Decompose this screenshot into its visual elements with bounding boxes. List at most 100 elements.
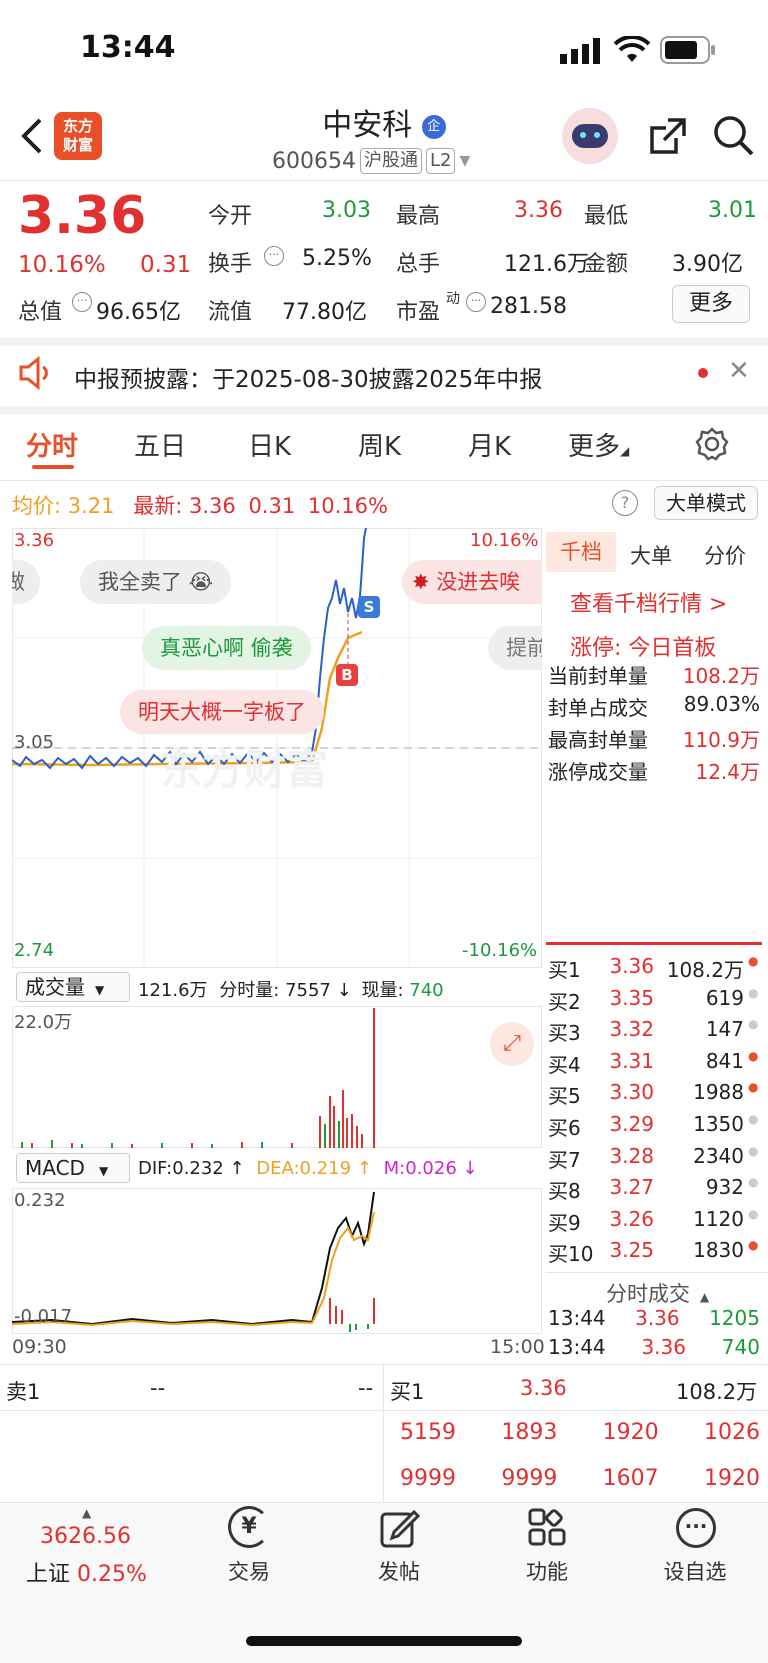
comment-bubble-3[interactable]: 真恶心啊 偷袭 [142, 626, 311, 670]
buy1-price: 3.36 [520, 1376, 567, 1400]
open-value: 3.03 [322, 198, 371, 223]
info-dots-icon[interactable]: ··· [264, 246, 284, 266]
mcap-value: 96.65亿 [96, 300, 181, 325]
post-button[interactable]: 发帖 [344, 1556, 454, 1586]
buy-marker[interactable]: B [336, 664, 358, 686]
book-row: 买10 3.25 1830 ● [548, 1238, 759, 1267]
function-button[interactable]: 功能 [492, 1556, 602, 1586]
amount-value: 3.90亿 [672, 252, 743, 277]
intraday-legend: 均价: 3.21 最新: 3.36 0.31 10.16% [12, 494, 388, 518]
order-book[interactable]: 买1 3.36 108.2万 ● 买2 3.35 619 ● 买3 3.32 147 ● 买4 3.… [548, 954, 762, 1270]
gear-icon[interactable] [694, 426, 730, 462]
sell1-vol: -- [358, 1376, 374, 1400]
y-axis-mid: 3.05 [14, 732, 55, 753]
chevron-up-icon[interactable]: ▲ [82, 1506, 91, 1520]
active-tab-underline [32, 465, 74, 469]
level2-divider [383, 1364, 384, 1502]
last-price: 3.36 [18, 186, 147, 246]
pe-sup: 动 [446, 291, 460, 307]
comment-bubble-1[interactable]: 我全卖了 😭 [80, 560, 232, 604]
pe-label: 市盈 [396, 300, 441, 325]
tick-row: 13:44 3.36 740 [548, 1335, 760, 1359]
macd-ytop: 0.232 [14, 1190, 66, 1211]
tab-intraday[interactable]: 分时 [26, 426, 78, 463]
home-indicator[interactable] [246, 1636, 522, 1646]
volume-label: 总手 [396, 252, 441, 277]
stock-code-row[interactable]: 600654 沪股通 L2 ▼ [272, 148, 470, 174]
pe-value: 281.58 [490, 294, 567, 319]
sell-marker[interactable]: S [358, 596, 380, 618]
tab-big-orders[interactable]: 大单 [630, 540, 672, 570]
hk-connect-tag: 沪股通 [359, 148, 422, 174]
low-value: 3.01 [708, 198, 757, 223]
pct-axis-bottom: -10.16% [462, 940, 538, 961]
tab-thousand-levels[interactable]: 千档 [546, 532, 616, 572]
more-dots-icon: ··· [676, 1508, 716, 1548]
tab-more[interactable]: 更多◢ [568, 426, 629, 463]
volume-indicator-select[interactable]: 成交量 ▼ [16, 972, 130, 1002]
help-icon[interactable]: ? [612, 490, 638, 516]
watermark: 东方财富 [160, 745, 329, 794]
volume-legend: 121.6万 分时量: 7557 ↓ 现量: 740 [138, 980, 444, 1001]
trade-icon: ¥ [194, 1506, 304, 1554]
unread-dot [698, 368, 708, 378]
enterprise-badge: 企 [421, 114, 446, 139]
tab-price-dist[interactable]: 分价 [704, 540, 746, 570]
float-label: 流值 [208, 300, 253, 325]
index-value[interactable]: 3626.56 [40, 1524, 131, 1549]
open-label: 今开 [208, 204, 253, 229]
pct-axis-top: 10.16% [470, 530, 539, 551]
big-order-mode-button[interactable]: 大单模式 [654, 486, 758, 520]
share-icon[interactable] [648, 116, 688, 156]
macd-indicator-select[interactable]: MACD ▼ [16, 1153, 130, 1183]
macd-lines [12, 1191, 375, 1332]
buy1-vol: 108.2万 [676, 1380, 758, 1404]
robot-avatar-icon[interactable] [562, 108, 618, 164]
ticks-title[interactable]: 分时成交 ▲ [606, 1278, 709, 1308]
trade-button[interactable]: 交易 [194, 1556, 304, 1586]
y-axis-top: 3.36 [14, 530, 55, 551]
ticks-list: 13:44 3.36 1205 13:44 3.36 740 [548, 1306, 760, 1364]
sell1-price: -- [150, 1376, 166, 1400]
turnover-value: 5.25% [302, 246, 372, 271]
info-dots-icon[interactable]: ··· [72, 292, 92, 312]
buy1-label: 买1 [390, 1380, 425, 1404]
limit-stat-row: 当前封单量 108.2万 [548, 664, 760, 688]
wifi-icon [614, 36, 650, 62]
queue-row-1: 5159 1893 1920 1026 [400, 1420, 760, 1445]
index-summary[interactable]: 上证 0.25% [26, 1556, 147, 1588]
tab-monthly-k[interactable]: 月K [468, 426, 511, 463]
book-row: 买6 3.29 1350 ● [548, 1111, 759, 1140]
high-value: 3.36 [514, 198, 563, 223]
limit-stat-row: 最高封单量 110.9万 [548, 728, 760, 752]
view-levels-link[interactable]: 查看千档行情 > [570, 586, 727, 618]
speaker-icon [19, 356, 48, 390]
comment-bubble-4[interactable]: 提前 [488, 626, 542, 670]
comment-bubble-2[interactable]: ✸ 没进去唉 [402, 560, 542, 604]
status-time: 13:44 [80, 30, 176, 65]
limit-stat-row: 封单占成交 89.03% [548, 692, 760, 720]
amount-label: 金额 [584, 252, 629, 277]
info-dots-icon[interactable]: ··· [466, 292, 486, 312]
ticks-divider [546, 1272, 768, 1273]
l2-tag: L2 [425, 148, 456, 174]
low-label: 最低 [584, 204, 629, 229]
macd-legend: DIF:0.232 ↑ DEA:0.219 ↑ M:0.026 ↓ [138, 1158, 478, 1179]
close-icon[interactable]: ✕ [728, 356, 750, 386]
add-watchlist-button[interactable]: 设自选 [640, 1556, 750, 1586]
chevron-down-icon: ▼ [459, 153, 471, 169]
search-icon[interactable] [712, 114, 756, 158]
comment-bubble-5[interactable]: 明天大概一字板了 [120, 690, 324, 734]
tab-daily-k[interactable]: 日K [248, 426, 291, 463]
volume-value: 121.6万 [504, 252, 589, 277]
more-button[interactable]: 更多 [672, 285, 750, 323]
tab-five-day[interactable]: 五日 [134, 426, 186, 463]
tab-weekly-k[interactable]: 周K [358, 426, 401, 463]
notice-text[interactable]: 中报预披露：于2025-08-30披露2025年中报 [74, 360, 542, 394]
volume-bars [21, 1008, 375, 1148]
expand-icon[interactable]: ⤢ [490, 1022, 534, 1066]
signal-icon [560, 38, 600, 64]
edit-icon [380, 1509, 421, 1548]
pct-change: 10.16% [18, 252, 106, 278]
book-row: 买2 3.35 619 ● [548, 985, 759, 1014]
